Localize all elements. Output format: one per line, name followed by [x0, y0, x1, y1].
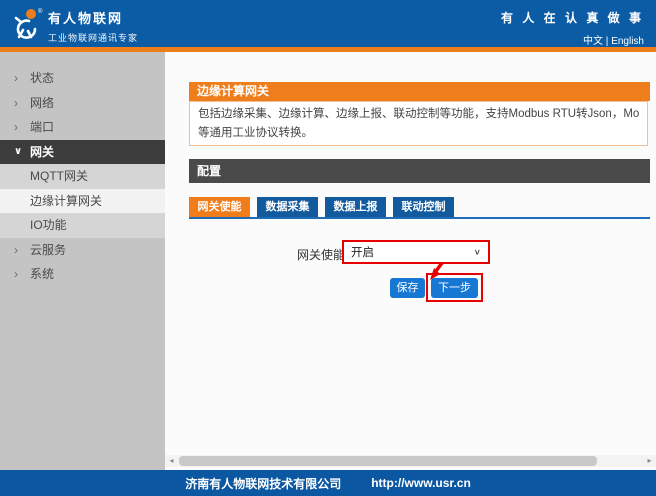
- gateway-enable-label: 网关使能: [297, 246, 345, 263]
- footer: 济南有人物联网技术有限公司 http://www.usr.cn: [0, 470, 656, 496]
- main-content: 边缘计算网关 包括边缘采集、边缘计算、边缘上报、联动控制等功能，支持Modbus…: [165, 52, 656, 470]
- scrollbar-thumb[interactable]: [179, 456, 597, 466]
- footer-company: 济南有人物联网技术有限公司: [185, 475, 341, 492]
- tab-linkage-control[interactable]: 联动控制: [393, 197, 454, 217]
- tab-data-report[interactable]: 数据上报: [325, 197, 386, 217]
- tab-data-collection[interactable]: 数据采集: [257, 197, 318, 217]
- sidebar-item-mqtt-gateway[interactable]: MQTT网关: [0, 164, 165, 189]
- description-line-2: 等通用工业协议转换。: [198, 124, 639, 143]
- chevron-down-icon: ∨: [474, 248, 481, 257]
- chevron-right-icon: ›: [14, 115, 18, 140]
- page-description: 包括边缘采集、边缘计算、边缘上报、联动控制等功能，支持Modbus RTU转Js…: [189, 101, 648, 146]
- footer-url-link[interactable]: http://www.usr.cn: [371, 476, 471, 490]
- brand-block: 有人物联网 工业物联网通讯专家: [48, 8, 138, 44]
- save-button[interactable]: 保存: [390, 278, 425, 298]
- language-switcher: 中文 | English: [501, 32, 644, 47]
- scroll-left-icon[interactable]: ◂: [165, 455, 178, 467]
- chevron-right-icon: ›: [14, 91, 18, 116]
- gateway-enable-select[interactable]: 开启 ∨: [344, 242, 488, 262]
- lang-chinese-link[interactable]: 中文: [583, 36, 603, 47]
- tab-gateway-enable[interactable]: 网关使能: [189, 197, 250, 217]
- chevron-down-icon: ∨: [14, 140, 22, 165]
- sidebar-item-io-function[interactable]: IO功能: [0, 213, 165, 238]
- annotation-box-select: 开启 ∨: [342, 240, 490, 264]
- brand-subtitle: 工业物联网通讯专家: [48, 31, 138, 44]
- scroll-right-icon[interactable]: ▸: [643, 455, 656, 467]
- sidebar-item-cloud-service[interactable]: › 云服务: [0, 238, 165, 263]
- header-slogan: 有 人 在 认 真 做 事: [501, 9, 644, 26]
- horizontal-scrollbar[interactable]: ◂ ▸: [165, 455, 656, 467]
- config-section-title: 配置: [189, 159, 650, 183]
- sidebar-item-system[interactable]: › 系统: [0, 262, 165, 287]
- lang-separator: |: [606, 36, 609, 47]
- chevron-right-icon: ›: [14, 238, 18, 263]
- tab-bar: 网关使能 数据采集 数据上报 联动控制: [189, 197, 454, 217]
- tab-underline: [189, 217, 650, 219]
- chevron-right-icon: ›: [14, 262, 18, 287]
- sidebar-item-gateway[interactable]: ∨ 网关: [0, 140, 165, 165]
- page-title: 边缘计算网关: [189, 82, 650, 101]
- chevron-right-icon: ›: [14, 66, 18, 91]
- sidebar: › 状态 › 网络 › 端口 ∨ 网关 MQTT网关 边缘计算网关 IO功能 ›…: [0, 52, 165, 470]
- sidebar-item-network[interactable]: › 网络: [0, 91, 165, 116]
- annotation-box-next-button: [426, 273, 483, 302]
- brand-logo-person-icon: ®: [9, 6, 45, 42]
- sidebar-item-port[interactable]: › 端口: [0, 115, 165, 140]
- select-value: 开启: [351, 244, 374, 260]
- description-line-1: 包括边缘采集、边缘计算、边缘上报、联动控制等功能，支持Modbus RTU转Js…: [198, 105, 639, 124]
- sidebar-item-status[interactable]: › 状态: [0, 66, 165, 91]
- sidebar-item-edge-computing-gateway[interactable]: 边缘计算网关: [0, 189, 165, 214]
- brand-name: 有人物联网: [48, 8, 138, 27]
- lang-english-link[interactable]: English: [611, 36, 644, 47]
- header: ® 有人物联网 工业物联网通讯专家 有 人 在 认 真 做 事 中文 | Eng…: [0, 0, 656, 47]
- svg-text:®: ®: [38, 8, 43, 15]
